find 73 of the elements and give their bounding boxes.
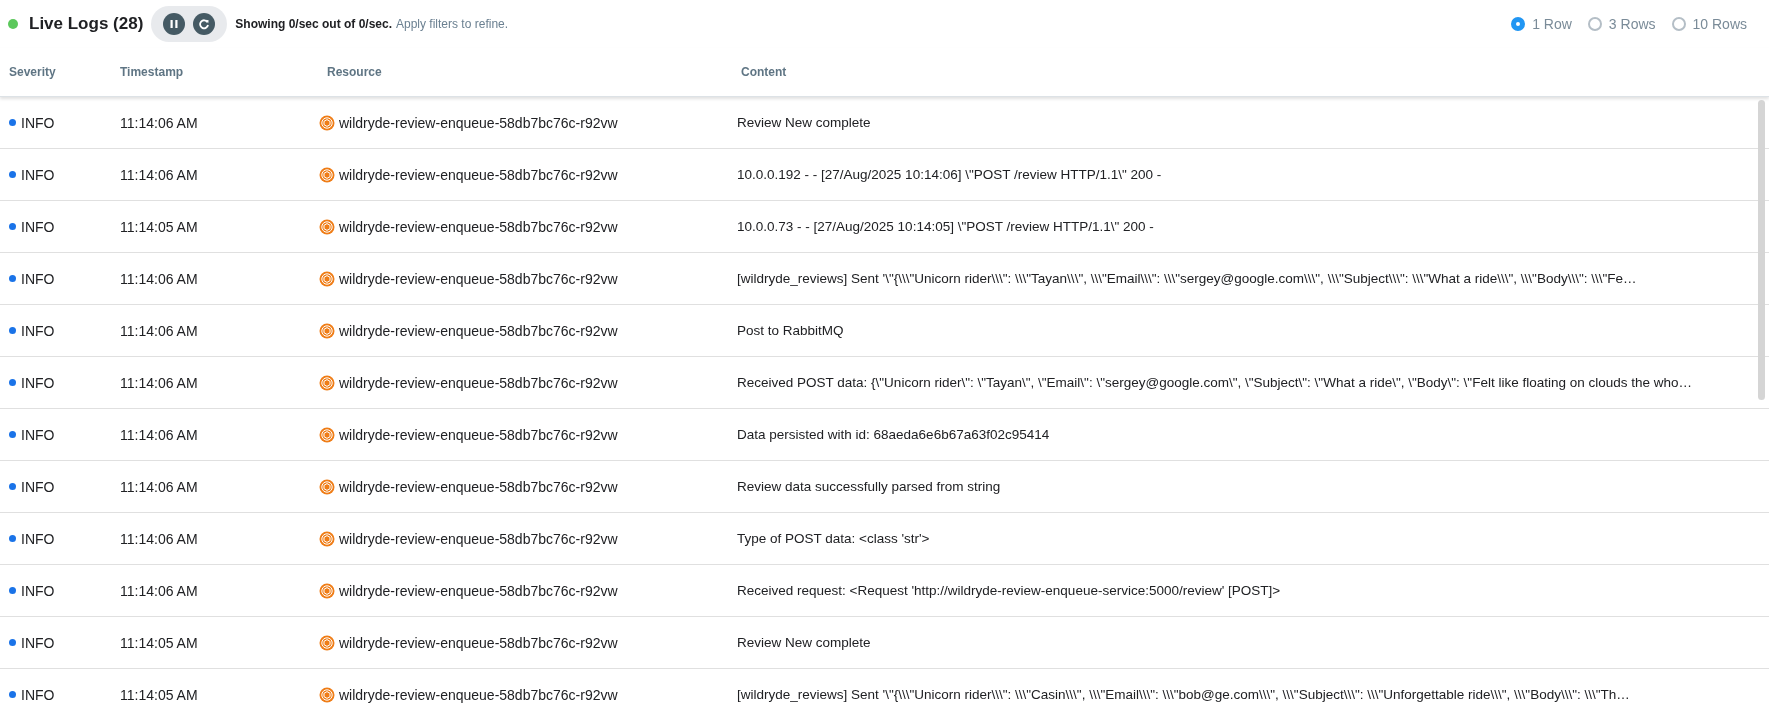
resource-text: wildryde-review-enqueue-58db7bc76c-r92vw [339, 686, 618, 703]
severity-text: INFO [21, 426, 55, 443]
severity-text: INFO [21, 114, 55, 131]
resource-text: wildryde-review-enqueue-58db7bc76c-r92vw [339, 530, 618, 547]
timestamp-text: 11:14:05 AM [119, 686, 199, 703]
severity-text: INFO [21, 166, 55, 183]
resource-icon [319, 634, 335, 651]
timestamp-text: 11:14:06 AM [119, 270, 199, 287]
resource-text: wildryde-review-enqueue-58db7bc76c-r92vw [339, 114, 618, 131]
resource-text: wildryde-review-enqueue-58db7bc76c-r92vw [339, 478, 618, 495]
rate-text: Showing 0/sec out of 0/sec. [235, 17, 392, 31]
log-content: Review New complete [736, 635, 872, 650]
log-content: 10.0.0.192 - - [27/Aug/2025 10:14:06] \"POST /review HTTP/1.1\" 200 - [736, 167, 1163, 182]
pause-icon[interactable] [163, 13, 186, 35]
severity-text: INFO [21, 322, 55, 339]
log-content: Data persisted with id: 68aeda6e6b67a63f02c95414 [736, 427, 1051, 442]
log-content: Type of POST data: <class 'str'> [736, 531, 931, 546]
resource-icon [319, 218, 335, 235]
resource-text: wildryde-review-enqueue-58db7bc76c-r92vw [339, 270, 618, 287]
resource-icon [319, 114, 335, 131]
timestamp-text: 11:14:06 AM [119, 322, 199, 339]
resource-icon [319, 322, 335, 339]
log-content: Review data successfully parsed from string [736, 479, 1002, 494]
resource-text: wildryde-review-enqueue-58db7bc76c-r92vw [339, 374, 618, 391]
column-header[interactable]: Resource [318, 65, 732, 79]
timestamp-text: 11:14:06 AM [119, 478, 199, 495]
timestamp-text: 11:14:06 AM [119, 374, 199, 391]
severity-text: INFO [21, 634, 55, 651]
resource-text: wildryde-review-enqueue-58db7bc76c-r92vw [339, 426, 618, 443]
log-content: Review New complete [736, 115, 872, 130]
timestamp-text: 11:14:06 AM [119, 582, 199, 599]
filter-hint: Apply filters to refine. [396, 17, 509, 31]
resource-text: wildryde-review-enqueue-58db7bc76c-r92vw [339, 322, 618, 339]
timestamp-text: 11:14:06 AM [119, 166, 199, 183]
severity-text: INFO [21, 218, 55, 235]
severity-text: INFO [21, 374, 55, 391]
resource-text: wildryde-review-enqueue-58db7bc76c-r92vw [339, 166, 618, 183]
row-height-option[interactable]: 1 Row [1511, 16, 1572, 32]
resource-text: wildryde-review-enqueue-58db7bc76c-r92vw [339, 634, 618, 651]
resource-text: wildryde-review-enqueue-58db7bc76c-r92vw [339, 582, 618, 599]
timestamp-text: 11:14:06 AM [119, 426, 199, 443]
row-height-option[interactable]: 3 Rows [1587, 16, 1656, 32]
page-title: Live Logs (28) [29, 14, 144, 34]
log-content: [wildryde_reviews] Sent '\"{\\\"Unicorn rider\\\": \\\"Tayan\\\", \\\"Email\\\": \\\"sergey@google.com\\\", \\\"Subject\\\": \\\"What a ride\\\", \\\"Body\\\": \\\"Fe… [736, 271, 1638, 286]
log-content: 10.0.0.73 - - [27/Aug/2025 10:14:05] \"POST /review HTTP/1.1\" 200 - [736, 219, 1155, 234]
column-header[interactable]: Severity [0, 65, 111, 79]
log-content: [wildryde_reviews] Sent '\"{\\\"Unicorn rider\\\": \\\"Casin\\\", \\\"Email\\\": \\\"bob@ge.com\\\", \\\"Subject\\\": \\\"Unforgettable ride\\\", \\\"Body\\\": \\\"Th… [736, 687, 1631, 702]
severity-text: INFO [21, 582, 55, 599]
timestamp-text: 11:14:06 AM [119, 114, 199, 131]
severity-text: INFO [21, 530, 55, 547]
row-height-option[interactable]: 10 Rows [1671, 16, 1747, 32]
resource-icon [319, 426, 335, 443]
log-content: Received POST data: {\"Unicorn rider\": \"Tayan\", \"Email\": \"sergey@google.com\", \"Subject\": \"What a ride\", \"Body\": \"Felt like floating on clouds the who… [736, 375, 1693, 390]
column-header[interactable]: Content [732, 65, 1769, 79]
timestamp-text: 11:14:05 AM [119, 218, 199, 235]
log-content: Post to RabbitMQ [736, 323, 845, 338]
severity-text: INFO [21, 478, 55, 495]
timestamp-text: 11:14:05 AM [119, 634, 199, 651]
resource-icon [319, 374, 335, 391]
resource-icon [319, 686, 335, 703]
resource-icon [319, 478, 335, 495]
scrollbar[interactable] [1758, 100, 1765, 400]
resource-icon [319, 166, 335, 183]
column-header[interactable]: Timestamp [111, 65, 318, 79]
resource-icon [319, 582, 335, 599]
severity-text: INFO [21, 686, 55, 703]
resource-text: wildryde-review-enqueue-58db7bc76c-r92vw [339, 218, 618, 235]
resource-icon [319, 270, 335, 287]
severity-text: INFO [21, 270, 55, 287]
refresh-icon[interactable] [193, 13, 216, 35]
timestamp-text: 11:14:06 AM [119, 530, 199, 547]
resource-icon [319, 530, 335, 547]
log-content: Received request: <Request 'http://wildryde-review-enqueue-service:5000/review' [POST]> [736, 583, 1282, 598]
